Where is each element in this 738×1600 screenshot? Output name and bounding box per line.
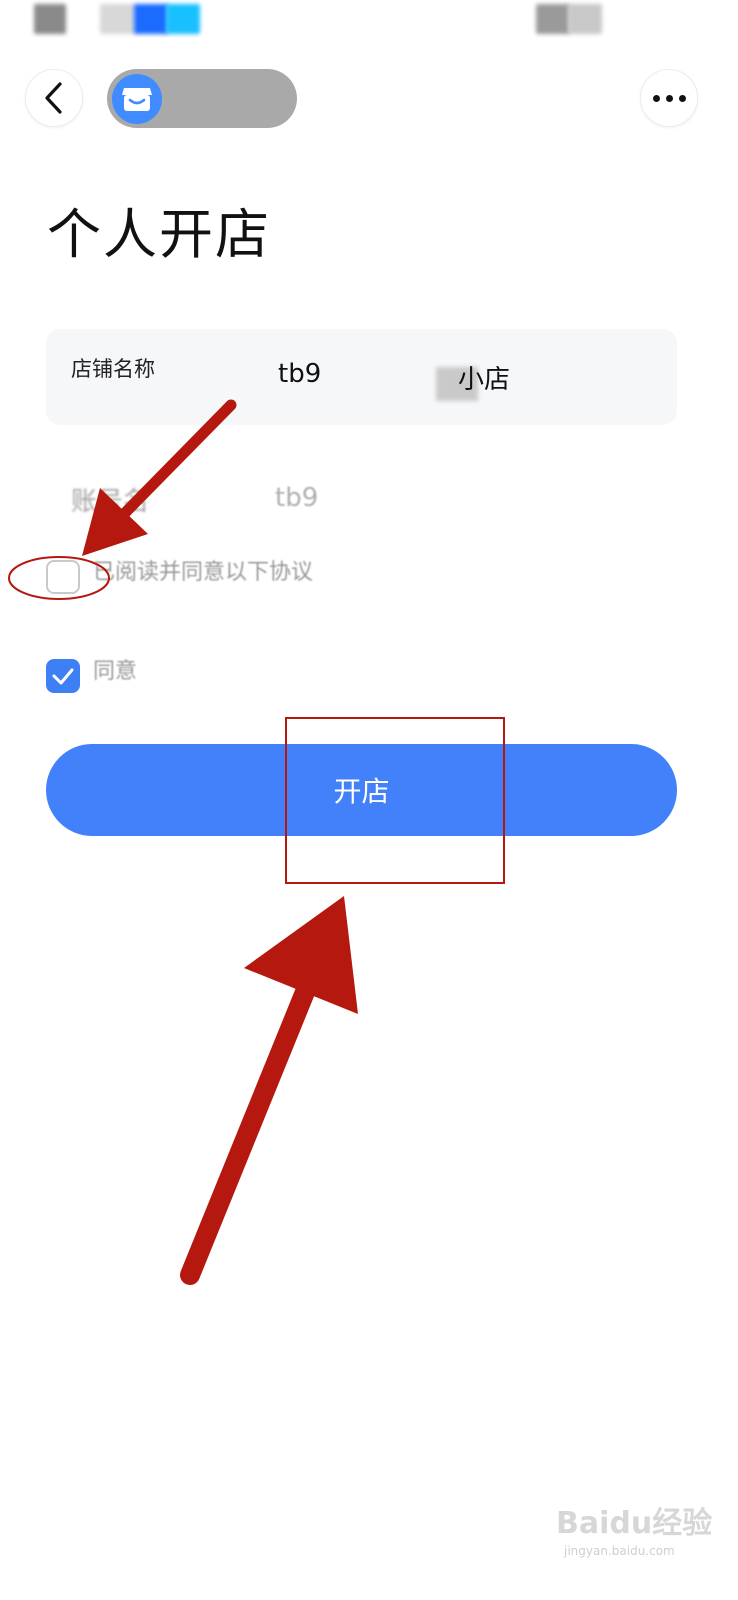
more-button[interactable]: [640, 69, 698, 127]
store-pill[interactable]: [107, 69, 297, 128]
store-logo-icon: [112, 73, 162, 124]
status-bar-blur: [536, 4, 570, 34]
account-value: tb9: [275, 483, 319, 513]
more-dots-icon: [650, 94, 689, 102]
read-agree-text: 已阅读并同意以下协议: [93, 560, 314, 585]
status-bar-blur: [134, 4, 168, 34]
open-shop-button[interactable]: 开店: [46, 744, 677, 836]
status-bar-blur: [100, 4, 136, 34]
watermark-url: jingyan.baidu.com: [564, 1544, 675, 1558]
back-button[interactable]: [25, 69, 83, 127]
check-icon: [52, 668, 74, 685]
status-bar-blur: [34, 4, 66, 34]
read-agree-checkbox[interactable]: [46, 560, 80, 594]
shop-name-field[interactable]: 店铺名称 tb9 小店: [46, 329, 677, 425]
chevron-left-icon: [45, 82, 62, 114]
page-title: 个人开店: [47, 203, 271, 266]
watermark: Baidu经验 jingyan.baidu.com: [550, 1490, 730, 1580]
bind-agree-checkbox[interactable]: [46, 659, 80, 693]
shop-name-label: 店铺名称: [71, 357, 155, 381]
store-pill-label-blurred: [172, 86, 228, 111]
account-label: 账号名: [71, 487, 150, 517]
watermark-text: Baidu经验: [556, 1506, 713, 1541]
bind-agree-text: 同意: [93, 659, 138, 684]
shop-name-suffix: 小店: [458, 365, 511, 395]
status-bar-blur: [166, 4, 200, 34]
shop-name-prefix: tb9: [278, 359, 322, 389]
status-bar-blur: [568, 4, 602, 34]
annotation-arrow-large: [180, 896, 358, 1285]
